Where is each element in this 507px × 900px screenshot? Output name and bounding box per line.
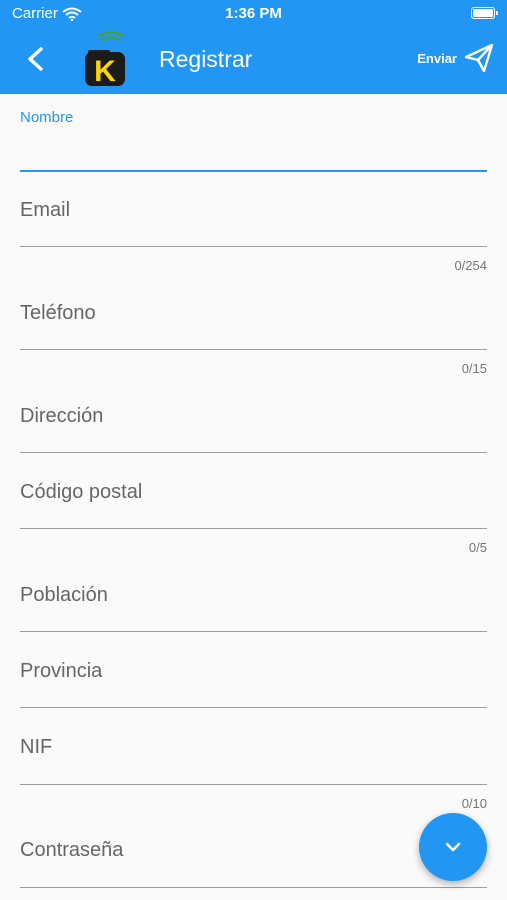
- email-label: Email: [20, 199, 71, 221]
- nif-label: NIF: [20, 736, 53, 758]
- back-arrow-icon[interactable]: [22, 44, 50, 74]
- poblacion-label: Población: [20, 584, 108, 606]
- nombre-label: Nombre: [20, 109, 74, 126]
- contrasena-field[interactable]: Contraseña: [20, 812, 487, 888]
- scroll-down-button[interactable]: [419, 813, 487, 881]
- direccion-field[interactable]: Dirección: [20, 378, 487, 453]
- codigo-postal-field[interactable]: Código postal: [20, 454, 487, 529]
- send-icon: [464, 43, 494, 73]
- contrasena-label: Contraseña: [20, 839, 124, 861]
- provincia-label: Provincia: [20, 660, 103, 682]
- telefono-counter: 0/15: [461, 361, 487, 376]
- send-label: Enviar: [417, 50, 457, 66]
- provincia-field[interactable]: Provincia: [20, 633, 487, 708]
- send-button[interactable]: Enviar: [417, 42, 495, 74]
- chevron-down-icon: [445, 842, 461, 852]
- email-field[interactable]: Email: [20, 172, 487, 247]
- status-bar: Carrier 1:36 PM: [0, 0, 507, 28]
- nif-counter: 0/10: [461, 796, 487, 811]
- email-counter: 0/254: [454, 258, 487, 273]
- telefono-label: Teléfono: [20, 302, 96, 324]
- codigo-postal-counter: 0/5: [468, 540, 487, 555]
- svg-text:K: K: [94, 55, 116, 88]
- direccion-label: Dirección: [20, 405, 104, 427]
- codigo-postal-label: Código postal: [20, 481, 143, 503]
- battery-icon: [471, 7, 498, 19]
- telefono-field[interactable]: Teléfono: [20, 275, 487, 350]
- status-time: 1:36 PM: [225, 5, 282, 22]
- app-bar: Carrier 1:36 PM K Registrar Enviar: [0, 0, 507, 94]
- app-logo: K: [85, 31, 125, 88]
- poblacion-field[interactable]: Población: [20, 557, 487, 632]
- nombre-field[interactable]: Nombre: [20, 104, 487, 172]
- nif-field[interactable]: NIF: [20, 709, 487, 785]
- page-title: Registrar: [159, 46, 253, 72]
